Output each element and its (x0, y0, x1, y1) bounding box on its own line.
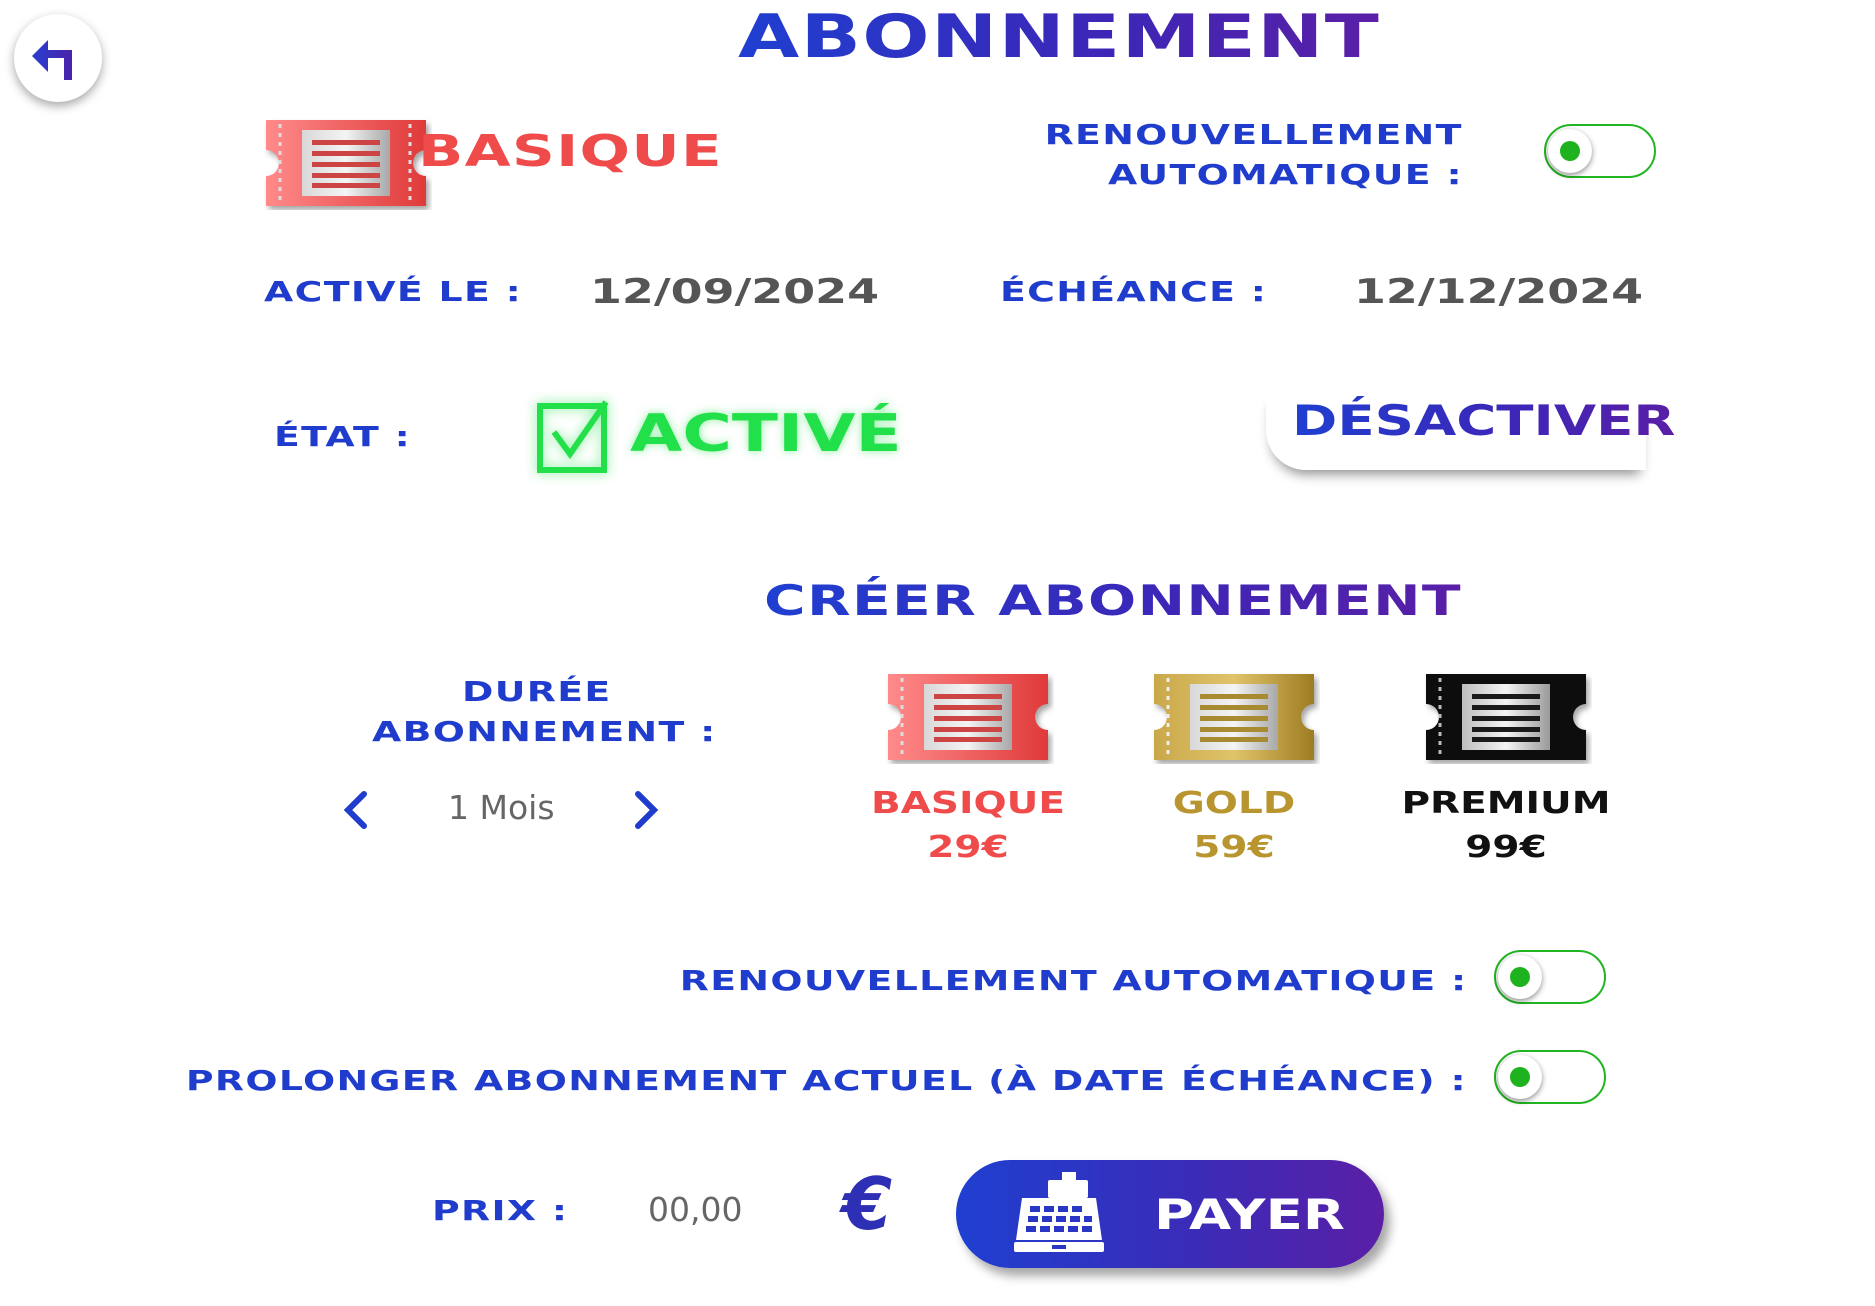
ticket-gold-icon (1154, 674, 1314, 760)
duration-prev-button[interactable] (340, 790, 370, 830)
euro-icon: € (842, 1162, 893, 1246)
current-auto-renew-label-line2: AUTOMATIQUE : (1108, 158, 1463, 191)
ticket-black-icon (1426, 674, 1586, 760)
state-value: ACTIVÉ (630, 404, 902, 464)
plan-price: 99€ (1465, 830, 1547, 865)
plan-option-gold[interactable]: GOLD 59€ (1114, 670, 1354, 880)
duration-label-line2: ABONNEMENT : (372, 715, 717, 748)
plan-option-basique[interactable]: BASIQUE 29€ (848, 670, 1088, 880)
toggle-knob (1548, 129, 1592, 173)
create-section-title: CRÉER ABONNEMENT (764, 576, 1462, 625)
deactivate-button-label: DÉSACTIVER (1292, 396, 1676, 445)
duration-label-line1: DURÉE (462, 675, 612, 708)
current-auto-renew-label-line1: RENOUVELLEMENT (1044, 118, 1463, 151)
plan-name: GOLD (1172, 786, 1296, 821)
chevron-right-icon (635, 791, 659, 829)
pay-button[interactable]: PAYER (956, 1160, 1384, 1268)
activated-date: 12/09/2024 (590, 272, 880, 312)
expiry-label: ÉCHÉANCE : (1000, 275, 1268, 308)
extend-toggle[interactable] (1494, 1050, 1606, 1104)
cash-register-icon (1014, 1172, 1104, 1252)
current-auto-renew-toggle[interactable] (1544, 124, 1656, 178)
new-auto-renew-toggle[interactable] (1494, 950, 1606, 1004)
plan-option-premium[interactable]: PREMIUM 99€ (1386, 670, 1626, 880)
current-plan-ticket-icon (260, 116, 432, 214)
price-value: 00,00 (648, 1190, 743, 1229)
plan-price: 59€ (1193, 830, 1275, 865)
duration-next-button[interactable] (632, 790, 662, 830)
current-plan-name: BASIQUE (418, 126, 723, 177)
checkbox-checked-icon (536, 398, 612, 478)
new-auto-renew-label: RENOUVELLEMENT AUTOMATIQUE : (679, 964, 1467, 997)
back-arrow-icon (32, 40, 72, 80)
activated-label: ACTIVÉ LE : (264, 275, 523, 308)
plan-name: PREMIUM (1401, 786, 1611, 821)
state-label: ÉTAT : (274, 420, 412, 453)
toggle-knob (1498, 955, 1542, 999)
page-title: ABONNEMENT (738, 2, 1381, 72)
duration-value: 1 Mois (448, 788, 555, 827)
chevron-left-icon (343, 791, 367, 829)
extend-label: PROLONGER ABONNEMENT ACTUEL (À DATE ÉCHÉ… (185, 1064, 1467, 1097)
toggle-knob (1498, 1055, 1542, 1099)
back-button[interactable] (14, 14, 102, 102)
deactivate-button[interactable]: DÉSACTIVER (1266, 390, 1675, 470)
price-label: PRIX : (432, 1194, 569, 1227)
pay-button-label: PAYER (1154, 1190, 1345, 1239)
ticket-red-icon (888, 674, 1048, 760)
expiry-date: 12/12/2024 (1354, 272, 1644, 312)
